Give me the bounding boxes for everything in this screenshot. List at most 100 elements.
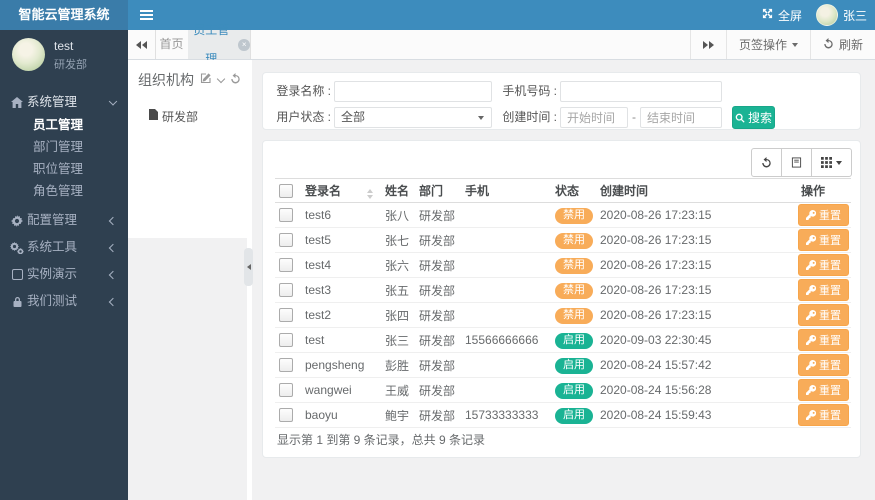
reset-button[interactable]: 重置 — [798, 379, 849, 401]
key-icon — [806, 310, 816, 320]
reset-button[interactable]: 重置 — [798, 354, 849, 376]
refresh-icon — [762, 157, 771, 168]
cell-created: 2020-08-26 17:23:15 — [596, 277, 766, 303]
created-time-label: 创建时间 : — [502, 110, 557, 124]
phone-input[interactable] — [560, 81, 722, 102]
refresh-icon[interactable] — [230, 72, 241, 87]
edit-icon[interactable] — [200, 72, 212, 87]
row-checkbox[interactable] — [279, 383, 293, 398]
status-badge: 启用 — [555, 357, 593, 374]
sidebar-toggle-button[interactable] — [132, 0, 160, 30]
fullscreen-button[interactable]: 全屏 — [762, 7, 802, 24]
start-time-input[interactable] — [560, 107, 628, 128]
reset-button[interactable]: 重置 — [798, 279, 849, 301]
reset-button[interactable]: 重置 — [798, 304, 849, 326]
sort-icon[interactable] — [367, 189, 373, 199]
cell-dept: 研发部 — [415, 302, 461, 328]
cell-status: 启用 — [551, 352, 596, 378]
user-menu[interactable]: 张三 — [815, 4, 867, 26]
cell-name: 张八 — [381, 202, 415, 228]
cell-created: 2020-08-24 15:59:43 — [596, 402, 766, 428]
sidebar-item-system-tools[interactable]: 系统工具 — [0, 234, 128, 261]
file-icon — [149, 109, 158, 120]
tab-refresh-button[interactable]: 刷新 — [809, 30, 875, 59]
gear-icon — [10, 207, 24, 234]
tab-employee-mgmt[interactable]: 员工管理 × — [188, 23, 251, 66]
reset-button[interactable]: 重置 — [798, 229, 849, 251]
login-name-label: 登录名称 : — [276, 84, 331, 98]
tab-actions-dropdown[interactable]: 页签操作 — [725, 30, 810, 59]
search-form: 登录名称 : 手机号码 : 用户状态 : 全部 创建时间 : - 搜索 — [262, 72, 861, 130]
tabs-scroll-left-button[interactable] — [128, 30, 156, 59]
cell-created: 2020-09-03 22:30:45 — [596, 327, 766, 353]
table-row: test 张三 研发部 15566666666 启用 2020-09-03 22:30:4… — [275, 327, 851, 353]
cell-dept: 研发部 — [415, 327, 461, 353]
cell-phone: 15733333333 — [461, 402, 551, 428]
row-checkbox[interactable] — [279, 308, 293, 323]
row-checkbox[interactable] — [279, 233, 293, 248]
sidebar-avatar — [12, 38, 45, 71]
login-name-input[interactable] — [334, 81, 492, 102]
cell-phone: 15566666666 — [461, 327, 551, 353]
row-checkbox[interactable] — [279, 208, 293, 223]
columns-dropdown-button[interactable] — [811, 148, 852, 177]
cell-status: 启用 — [551, 377, 596, 403]
chevron-left-icon — [108, 270, 118, 279]
column-login[interactable]: 登录名 — [301, 178, 381, 203]
sidebar-item-system-mgmt[interactable]: 系统管理 — [0, 90, 128, 114]
row-checkbox[interactable] — [279, 333, 293, 348]
tabs-scroll-right-button[interactable] — [689, 30, 726, 59]
chevron-down-icon — [108, 97, 118, 106]
user-status-select[interactable]: 全部 — [334, 107, 492, 128]
caret-down-icon — [836, 160, 842, 165]
cell-name: 张三 — [381, 327, 415, 353]
search-button[interactable]: 搜索 — [732, 106, 775, 129]
table-row: wangwei 王威 研发部 启用 2020-08-24 15:56:28 重置 — [275, 377, 851, 403]
row-checkbox[interactable] — [279, 283, 293, 298]
caret-down-icon — [791, 42, 798, 47]
org-panel: 组织机构 研发部 — [128, 60, 247, 238]
table-row: test2 张四 研发部 禁用 2020-08-26 17:23:15 重置 — [275, 302, 851, 328]
sidebar-item-our-test[interactable]: 我们测试 — [0, 288, 128, 315]
cell-name: 张七 — [381, 227, 415, 253]
sidebar-item-demo[interactable]: 实例演示 — [0, 261, 128, 288]
cell-created: 2020-08-26 17:23:15 — [596, 302, 766, 328]
double-left-icon — [136, 40, 147, 49]
sidebar-item-position-mgmt[interactable]: 职位管理 — [0, 158, 128, 180]
row-checkbox[interactable] — [279, 358, 293, 373]
tree-node-dept[interactable]: 研发部 — [128, 108, 247, 125]
tab-close-icon[interactable]: × — [238, 38, 250, 51]
cell-login: pengsheng — [301, 352, 381, 378]
cell-status: 禁用 — [551, 202, 596, 228]
cell-created: 2020-08-24 15:56:28 — [596, 377, 766, 403]
cell-phone — [461, 352, 551, 378]
employee-table: 登录名 姓名 部门 手机 状态 创建时间 操作 test6 张八 研发部 禁用 2020… — [275, 178, 851, 428]
key-icon — [806, 335, 816, 345]
sidebar-item-employee-mgmt[interactable]: 员工管理 — [0, 114, 128, 136]
table-refresh-button[interactable] — [751, 148, 782, 177]
reset-button[interactable]: 重置 — [798, 404, 849, 426]
row-checkbox[interactable] — [279, 258, 293, 273]
lock-icon — [10, 288, 24, 315]
sidebar-item-config-mgmt[interactable]: 配置管理 — [0, 207, 128, 234]
table-row: test5 张七 研发部 禁用 2020-08-26 17:23:15 重置 — [275, 227, 851, 253]
key-icon — [806, 410, 816, 420]
cell-login: test2 — [301, 302, 381, 328]
phone-label: 手机号码 : — [502, 84, 557, 98]
reset-button[interactable]: 重置 — [798, 204, 849, 226]
cell-name: 王威 — [381, 377, 415, 403]
chevron-down-icon[interactable] — [216, 74, 226, 83]
reset-button[interactable]: 重置 — [798, 329, 849, 351]
end-time-input[interactable] — [640, 107, 722, 128]
table-row: pengsheng 彭胜 研发部 启用 2020-08-24 15:57:42 重置 — [275, 352, 851, 378]
reset-button[interactable]: 重置 — [798, 254, 849, 276]
status-badge: 禁用 — [555, 257, 593, 274]
toggle-view-button[interactable] — [781, 148, 812, 177]
sidebar-item-department-mgmt[interactable]: 部门管理 — [0, 136, 128, 158]
tab-home[interactable]: 首页 — [155, 30, 189, 59]
row-checkbox[interactable] — [279, 408, 293, 423]
sidebar-item-role-mgmt[interactable]: 角色管理 — [0, 180, 128, 202]
cell-name: 彭胜 — [381, 352, 415, 378]
cell-name: 张五 — [381, 277, 415, 303]
select-all-checkbox[interactable] — [279, 183, 293, 198]
